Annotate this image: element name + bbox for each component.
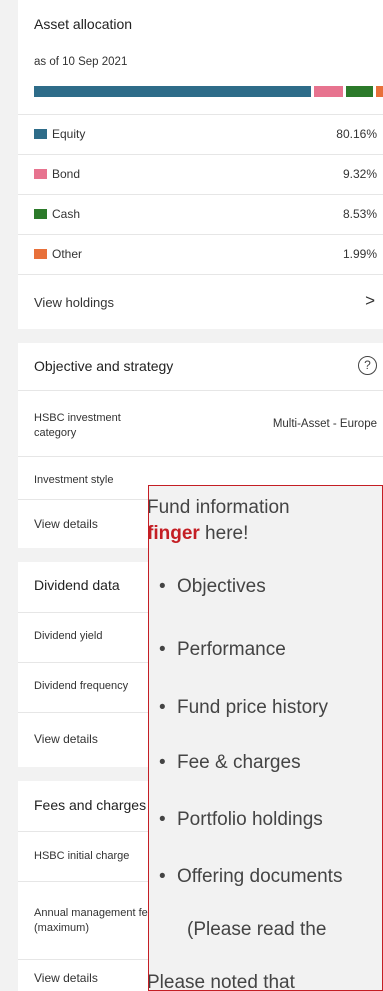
bond-swatch (34, 169, 47, 179)
allocation-label: Other (52, 247, 83, 261)
allocation-value: 8.53% (342, 207, 377, 221)
overlay-note: (Please read the (187, 919, 327, 940)
allocation-row-equity: Equity 80.16% (18, 114, 383, 154)
other-swatch (34, 249, 47, 259)
bullet-text: Offering documents (177, 866, 343, 887)
overlay-bullet: • Offering documents (159, 866, 343, 887)
dividend-yield-label: Dividend yield (34, 630, 103, 642)
view-details-label: View details (34, 971, 98, 985)
category-label-line1: HSBC investment (34, 412, 121, 424)
asset-allocation-card: Asset allocation as of 10 Sep 2021 Equit… (18, 0, 383, 329)
as-of-date: as of 10 Sep 2021 (34, 56, 128, 68)
bullet-text: Objectives (177, 576, 266, 597)
bullet-text: Portfolio holdings (177, 809, 323, 830)
fund-info-overlay: Fund information finger here! • Objective… (148, 485, 383, 991)
allocation-bar-segment-other (376, 86, 383, 97)
help-icon[interactable]: ? (358, 356, 377, 375)
help-icon-glyph: ? (364, 358, 371, 372)
allocation-bar-segment-equity (34, 86, 314, 97)
view-details-label: View details (34, 732, 98, 746)
overlay-subheading: finger here! (148, 523, 249, 545)
annual-fee-label: Annual management fee (maximum) (34, 906, 154, 936)
annual-fee-line2: (maximum) (34, 922, 89, 934)
overlay-footer: Please noted that (148, 972, 295, 991)
dividend-frequency-label: Dividend frequency (34, 680, 129, 692)
overlay-heading: Fund information (148, 497, 290, 518)
allocation-value: 9.32% (342, 167, 377, 181)
overlay-bullet: • Performance (159, 639, 286, 660)
investment-style-label: Investment style (34, 474, 114, 486)
objective-title: Objective and strategy (34, 358, 174, 374)
allocation-value: 80.16% (336, 127, 377, 141)
allocation-label: Bond (52, 167, 81, 181)
allocation-row-other: Other 1.99% (18, 234, 383, 274)
cash-swatch (34, 209, 47, 219)
view-details-label: View details (34, 517, 98, 531)
equity-swatch (34, 129, 47, 139)
allocation-row-bond: Bond 9.32% (18, 154, 383, 194)
view-holdings-link[interactable]: View holdings > (18, 274, 383, 329)
bullet-text: Performance (177, 639, 286, 660)
overlay-bullet: • Objectives (159, 576, 266, 597)
allocation-row-cash: Cash 8.53% (18, 194, 383, 234)
annual-fee-line1: Annual management fee (34, 907, 154, 919)
allocation-label: Equity (52, 127, 86, 141)
chevron-right-icon: > (365, 291, 375, 310)
allocation-bar (34, 86, 383, 97)
dividend-title: Dividend data (34, 577, 120, 593)
view-holdings-label: View holdings (34, 295, 114, 310)
category-row: HSBC investment category Multi-Asset - E… (18, 390, 383, 456)
bullet-text: Fund price history (177, 697, 329, 718)
allocation-bar-segment-cash (346, 86, 377, 97)
overlay-bullet: • Portfolio holdings (159, 809, 323, 830)
fees-title: Fees and charges (34, 797, 147, 813)
allocation-label: Cash (52, 207, 81, 221)
overlay-bullet: • Fee & charges (159, 752, 301, 773)
overlay-bullet: • Fund price history (159, 697, 329, 718)
category-label: HSBC investment category (34, 411, 121, 441)
category-value: Multi-Asset - Europe (272, 418, 377, 430)
initial-charge-label: HSBC initial charge (34, 850, 130, 862)
allocation-bar-segment-bond (313, 86, 347, 97)
bullet-text: Fee & charges (177, 752, 301, 773)
asset-allocation-title: Asset allocation (34, 16, 133, 32)
allocation-value: 1.99% (342, 247, 377, 261)
overlay-here: here! (199, 523, 249, 544)
category-label-line2: category (34, 427, 77, 439)
overlay-finger-word: finger (148, 523, 200, 544)
